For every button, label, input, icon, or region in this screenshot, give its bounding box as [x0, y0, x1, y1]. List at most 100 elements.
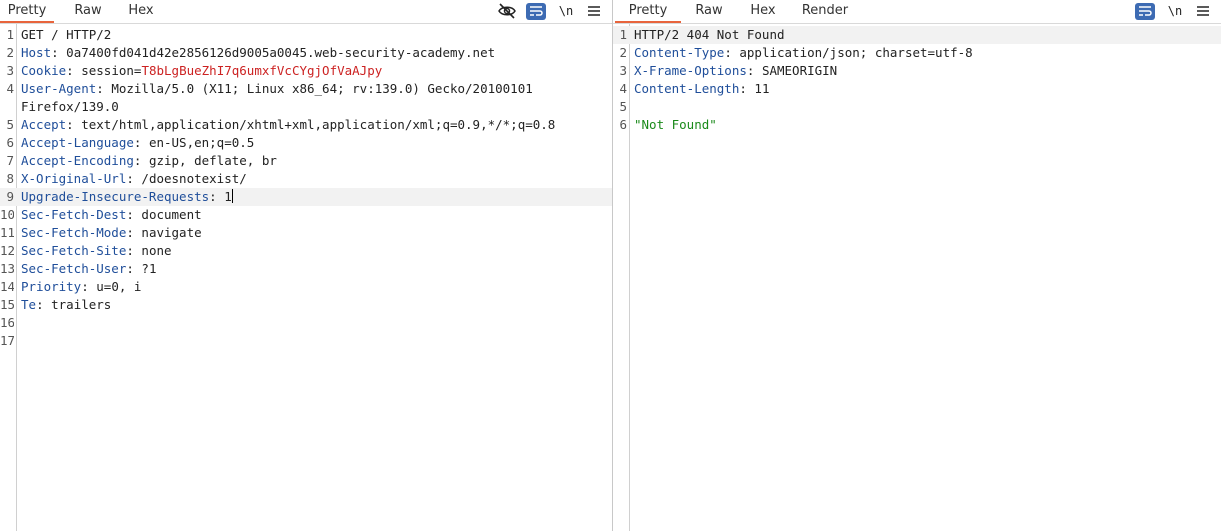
response-pane: Pretty Raw Hex Render \n 1 HTTP/2 404 Not…: [613, 0, 1221, 531]
request-editor[interactable]: 1 GET / HTTP/2 2 Host: 0a7400fd041d42e28561…: [0, 24, 612, 531]
newline-toggle[interactable]: \n: [1165, 1, 1185, 21]
line-text: GET / HTTP/2: [21, 27, 112, 42]
line-number: 2: [6, 45, 14, 60]
code-line[interactable]: 1 GET / HTTP/2: [0, 26, 612, 44]
line-number: 5: [619, 99, 627, 114]
code-line[interactable]: 2 Content-Type: application/json; charset…: [613, 44, 1221, 62]
menu-icon[interactable]: [1195, 1, 1211, 21]
line-number: 12: [0, 243, 14, 258]
line-number: 14: [0, 279, 14, 294]
line-number: 5: [6, 117, 14, 132]
code-text: "Not Found": [634, 116, 1213, 134]
code-line[interactable]: 10 Sec-Fetch-Dest: document: [0, 206, 612, 224]
code-line[interactable]: 8 X-Original-Url: /doesnotexist/: [0, 170, 612, 188]
line-number: 16: [0, 315, 14, 330]
code-text: Te: trailers: [21, 297, 112, 312]
code-line[interactable]: 5 Accept: text/html,application/xhtml+xml…: [0, 116, 612, 134]
response-editor[interactable]: 1 HTTP/2 404 Not Found 2 Content-Type: appl…: [613, 24, 1221, 531]
tab-raw[interactable]: Raw: [689, 0, 729, 22]
tab-raw[interactable]: Raw: [63, 0, 113, 22]
code-text: Accept: text/html,application/xhtml+xml,…: [21, 117, 556, 132]
code-line[interactable]: 6 "Not Found": [613, 116, 1221, 134]
line-number: 3: [619, 63, 627, 78]
line-number: 6: [6, 135, 14, 150]
code-text: Host: 0a7400fd041d42e2856126d9005a0045.w…: [21, 45, 496, 60]
header-value: SAMEORIGIN: [761, 63, 838, 78]
code-text: Sec-Fetch-User: ?1: [21, 261, 157, 276]
tab-render[interactable]: Render: [797, 0, 853, 22]
code-text: Cookie: session=T8bLgBueZhI7q6umxfVcCYgj…: [21, 63, 383, 78]
code-line[interactable]: 12 Sec-Fetch-Site: none: [0, 242, 612, 260]
header-name: Sec-Fetch-User: [21, 261, 127, 276]
header-name: X-Frame-Options: [634, 63, 747, 78]
header-name: X-Original-Url: [21, 171, 127, 186]
request-tabbar: Pretty Raw Hex \n: [0, 0, 612, 24]
header-value: /doesnotexist/: [141, 171, 247, 186]
line-number: 10: [0, 207, 14, 222]
header-name: Priority: [21, 279, 82, 294]
line-number: 1: [6, 27, 14, 42]
header-value: text/html,application/xhtml+xml,applicat…: [81, 117, 556, 132]
word-wrap-icon[interactable]: [1135, 2, 1155, 20]
header-value: session=: [81, 63, 142, 78]
response-tabbar: Pretty Raw Hex Render \n: [613, 0, 1221, 24]
header-value: en-US,en;q=0.5: [148, 135, 255, 150]
header-value: gzip, deflate, br: [148, 153, 277, 168]
tab-hex[interactable]: Hex: [741, 0, 785, 22]
word-wrap-icon[interactable]: [526, 2, 546, 20]
line-text: Firefox/139.0: [21, 99, 119, 114]
header-value: trailers: [51, 297, 112, 312]
code-line[interactable]: 9 Upgrade-Insecure-Requests: 1: [0, 188, 612, 206]
code-line[interactable]: 13 Sec-Fetch-User: ?1: [0, 260, 612, 278]
line-text: HTTP/2 404 Not Found: [634, 27, 785, 42]
tab-pretty[interactable]: Pretty: [0, 0, 54, 23]
header-value: 1: [224, 189, 232, 204]
header-value: u=0, i: [96, 279, 142, 294]
code-text: Sec-Fetch-Dest: document: [21, 207, 202, 222]
code-line[interactable]: 1 HTTP/2 404 Not Found: [613, 26, 1221, 44]
header-value: none: [141, 243, 172, 258]
line-number: 9: [6, 189, 14, 204]
code-text: Accept-Language: en-US,en;q=0.5: [21, 135, 255, 150]
code-line[interactable]: Firefox/139.0: [0, 98, 612, 116]
menu-icon[interactable]: [586, 1, 602, 21]
tab-hex[interactable]: Hex: [118, 0, 164, 22]
header-value: Mozilla/5.0 (X11; Linux x86_64; rv:139.0…: [111, 81, 533, 96]
code-text: Content-Type: application/json; charset=…: [634, 45, 973, 60]
request-pane: Pretty Raw Hex \n 1 GET / HTTP/2 2 Host: 0a…: [0, 0, 613, 531]
line-number: 13: [0, 261, 14, 276]
header-name: User-Agent: [21, 81, 97, 96]
response-toolbar: \n: [1125, 0, 1211, 22]
line-number: 4: [6, 81, 14, 96]
code-text: Priority: u=0, i: [21, 279, 142, 294]
header-name: Accept-Language: [21, 135, 134, 150]
code-line[interactable]: 5: [613, 98, 1221, 116]
code-line[interactable]: 17: [0, 332, 612, 350]
code-line[interactable]: 4 User-Agent: Mozilla/5.0 (X11; Linux x86…: [0, 80, 612, 98]
code-line[interactable]: 4 Content-Length: 11: [613, 80, 1221, 98]
code-line[interactable]: 14 Priority: u=0, i: [0, 278, 612, 296]
header-value: 11: [754, 81, 770, 96]
code-text: HTTP/2 404 Not Found: [634, 26, 1213, 44]
code-text: Sec-Fetch-Site: none: [21, 243, 172, 258]
code-line[interactable]: 3 X-Frame-Options: SAMEORIGIN: [613, 62, 1221, 80]
header-name: Sec-Fetch-Mode: [21, 225, 127, 240]
cookie-value: T8bLgBueZhI7q6umxfVcCYgjOfVaAJpy: [141, 63, 383, 78]
header-name: Accept-Encoding: [21, 153, 134, 168]
code-line[interactable]: 16: [0, 314, 612, 332]
line-number: 3: [6, 63, 14, 78]
body-string: "Not Found": [634, 117, 717, 132]
code-line[interactable]: 11 Sec-Fetch-Mode: navigate: [0, 224, 612, 242]
code-line[interactable]: 6 Accept-Language: en-US,en;q=0.5: [0, 134, 612, 152]
code-text: Upgrade-Insecure-Requests: 1: [21, 189, 234, 204]
header-name: Upgrade-Insecure-Requests: [21, 189, 210, 204]
code-line[interactable]: 3 Cookie: session=T8bLgBueZhI7q6umxfVcCYg…: [0, 62, 612, 80]
newline-toggle[interactable]: \n: [556, 1, 576, 21]
code-line[interactable]: 2 Host: 0a7400fd041d42e2856126d9005a0045.…: [0, 44, 612, 62]
hide-nonprintable-icon[interactable]: [498, 1, 516, 21]
code-line[interactable]: 15 Te: trailers: [0, 296, 612, 314]
text-caret: [231, 189, 234, 203]
code-text: Accept-Encoding: gzip, deflate, br: [21, 153, 277, 168]
code-line[interactable]: 7 Accept-Encoding: gzip, deflate, br: [0, 152, 612, 170]
tab-pretty[interactable]: Pretty: [615, 0, 681, 23]
